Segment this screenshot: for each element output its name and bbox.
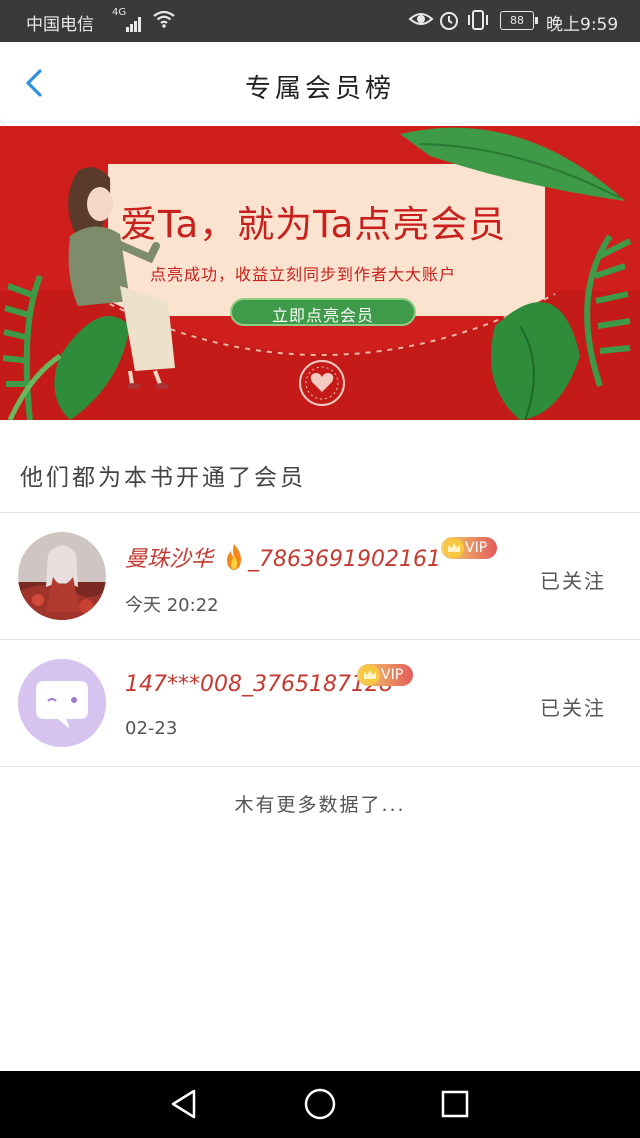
alarm-icon (438, 9, 460, 36)
eye-comfort-icon (408, 9, 434, 34)
crown-icon (359, 665, 381, 692)
button-label: 立即点亮会员 (271, 306, 374, 325)
promo-banner[interactable]: 爱Ta，就为Ta点亮会员 点亮成功，收益立刻同步到作者大大账户 立即点亮会员 (0, 126, 640, 420)
banner-subline: 点亮成功，收益立刻同步到作者大大账户 (150, 265, 457, 284)
nav-bar: 专属会员榜 (0, 42, 640, 126)
member-row[interactable]: 曼珠沙华 _7863691902161 VIP 今天 20:22 已关注 (0, 513, 640, 639)
nav-home-icon[interactable] (303, 1087, 337, 1125)
system-nav-bar (0, 1071, 640, 1138)
member-date: 02-23 (125, 718, 178, 739)
vip-label: VIP (465, 540, 488, 556)
avatar[interactable] (18, 532, 106, 620)
banner-headline: 爱Ta，就为Ta点亮会员 (120, 203, 507, 246)
member-date: 今天 20:22 (125, 595, 219, 616)
default-avatar-icon (18, 659, 106, 747)
member-name[interactable]: 147***008_3765187128 (125, 672, 393, 697)
section-title: 他们都为本书开通了会员 (20, 465, 306, 491)
follow-status-button[interactable]: 已关注 (540, 692, 606, 721)
avatar[interactable] (18, 659, 106, 747)
divider (0, 766, 640, 767)
light-up-member-button[interactable]: 立即点亮会员 (230, 298, 416, 326)
nav-back-icon[interactable] (168, 1087, 198, 1125)
status-bar: 中国电信 4G 88 晚上9:59 (0, 0, 640, 42)
vibrate-icon (466, 9, 490, 36)
no-more-data-label: 木有更多数据了... (234, 794, 406, 816)
vip-badge: VIP (441, 537, 498, 559)
follow-status-button[interactable]: 已关注 (540, 565, 606, 594)
clock: 晚上9:59 (546, 15, 619, 35)
member-row[interactable]: 147***008_3765187128 VIP 02-23 已关注 (0, 640, 640, 766)
member-name-suffix: _7863691902161 (248, 547, 441, 572)
member-name-text: 曼珠沙华 (125, 547, 214, 572)
page-title: 专属会员榜 (244, 74, 395, 104)
network-type: 4G (112, 7, 127, 18)
nav-recents-icon[interactable] (440, 1087, 470, 1125)
fire-icon (223, 543, 245, 577)
vip-badge: VIP (357, 664, 414, 686)
battery-icon: 88 (500, 11, 538, 30)
wifi-icon (152, 9, 176, 34)
vip-label: VIP (381, 667, 404, 683)
member-name[interactable]: 曼珠沙华 _7863691902161 (125, 541, 441, 577)
signal-icon (126, 12, 142, 32)
crown-icon (443, 538, 465, 565)
carrier-label: 中国电信 (26, 15, 94, 35)
